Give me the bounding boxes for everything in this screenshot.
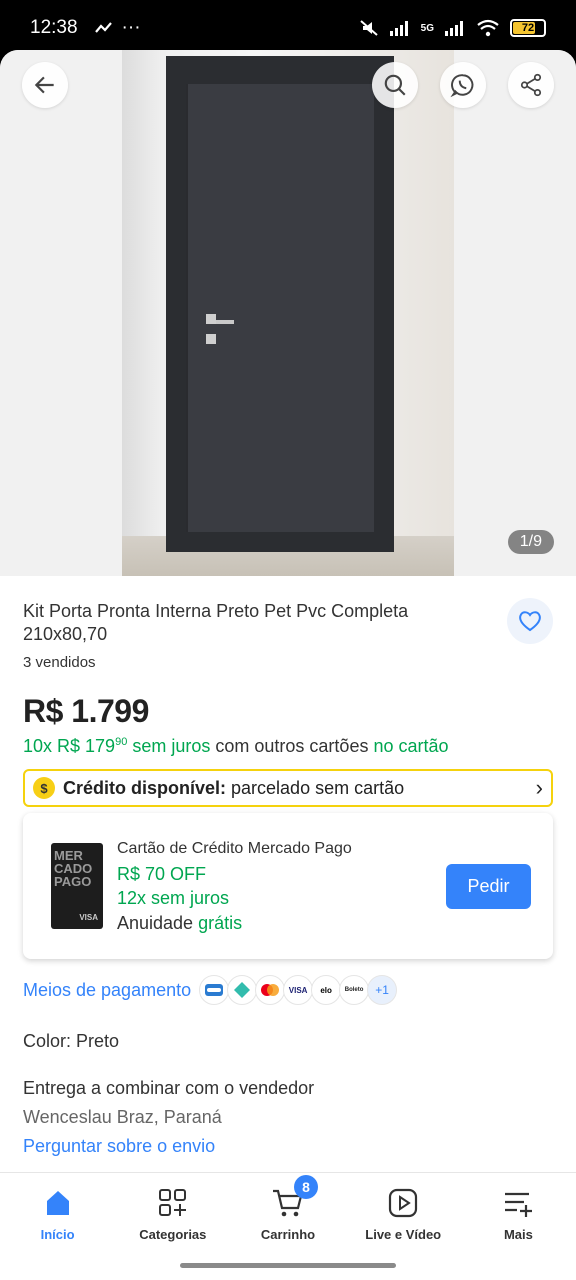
mute-icon	[359, 20, 378, 36]
signal-icon	[389, 21, 408, 36]
more-notifications-icon: ···	[121, 17, 141, 38]
battery-icon: 72	[510, 19, 546, 37]
payment-methods-link[interactable]: Meios de pagamento	[23, 980, 191, 1001]
credit-available-banner[interactable]: $ Crédito disponível: parcelado sem cart…	[23, 769, 553, 807]
bottom-navigation: Início Categorias 8 Carrinho Live e Víde…	[0, 1172, 576, 1280]
image-gallery[interactable]: 1/9	[0, 50, 576, 576]
ask-shipping-link[interactable]: Perguntar sobre o envio	[23, 1136, 553, 1157]
elo-icon: elo	[311, 975, 342, 1005]
whatsapp-share-button[interactable]	[440, 62, 486, 108]
favorite-button[interactable]	[507, 598, 553, 644]
annuity-label: Anuidade	[117, 912, 194, 933]
image-counter: 1/9	[507, 530, 554, 554]
nav-home-label: Início	[40, 1227, 75, 1242]
delivery-text: Entrega a combinar com o vendedor	[23, 1078, 315, 1098]
amex-icon	[199, 975, 230, 1005]
product-info: Kit Porta Pronta Interna Preto Pet Pvc C…	[0, 598, 576, 1157]
share-icon	[520, 73, 542, 97]
nav-home[interactable]: Início	[0, 1183, 115, 1280]
credit-card-image: MER CADO PAGO VISA	[51, 843, 103, 929]
mastercard-icon	[255, 975, 286, 1005]
card-installments: 12x sem juros	[117, 888, 230, 908]
card-discount: R$ 70 OFF	[117, 863, 207, 884]
more-payment-methods[interactable]: +1	[367, 975, 398, 1005]
other-cards-text: com outros cartões	[215, 736, 369, 756]
missed-call-icon	[94, 22, 112, 33]
nav-categories-label: Categorias	[139, 1227, 207, 1242]
more-icon	[505, 1192, 533, 1217]
share-button[interactable]	[508, 62, 554, 108]
sold-count: 3 vendidos	[23, 654, 96, 671]
play-icon	[389, 1188, 418, 1218]
credit-text: parcelado sem cartão	[231, 777, 405, 798]
search-button[interactable]	[372, 62, 418, 108]
coin-icon: $	[33, 777, 55, 799]
categories-icon	[158, 1189, 186, 1216]
card-offer-title: Cartão de Crédito Mercado Pago	[117, 840, 352, 857]
chevron-right-icon: ›	[535, 775, 543, 800]
home-indicator[interactable]	[180, 1263, 396, 1268]
status-time: 12:38	[30, 17, 78, 38]
nav-more[interactable]: Mais	[461, 1183, 576, 1280]
nav-cart-label: Carrinho	[260, 1227, 316, 1242]
signal-icon-2	[445, 21, 463, 36]
card-image-text: MER CADO PAGO	[54, 848, 93, 889]
mercado-pago-card-offer: MER CADO PAGO VISA Cartão de Crédito Mer…	[23, 813, 553, 959]
product-price: R$ 1.799	[23, 693, 149, 729]
visa-icon: VISA	[283, 975, 314, 1005]
wifi-icon	[477, 19, 499, 37]
search-icon	[384, 74, 406, 96]
product-title: Kit Porta Pronta Interna Preto Pet Pvc C…	[23, 601, 409, 644]
payment-methods-row[interactable]: Meios de pagamento VISA elo Boleto +1	[23, 975, 553, 1005]
cart-badge: 8	[294, 1175, 318, 1199]
request-card-button[interactable]: Pedir	[446, 863, 531, 909]
back-button[interactable]	[22, 62, 68, 108]
card-annuity: Anuidade grátis	[117, 911, 446, 936]
installments-text: 10x R$ 17990 sem juros com outros cartõe…	[23, 736, 553, 757]
heart-icon	[519, 611, 541, 632]
color-value: Preto	[76, 1031, 120, 1051]
no-interest-text: sem juros	[132, 736, 211, 756]
nav-more-label: Mais	[503, 1227, 533, 1242]
nav-live-video-label: Live e Vídeo	[365, 1227, 442, 1242]
whatsapp-icon	[450, 74, 474, 98]
pix-icon	[227, 975, 258, 1005]
network-type: 5G	[420, 22, 434, 34]
home-icon	[46, 1191, 69, 1215]
battery-level: 72	[521, 22, 535, 34]
installments-cents: 90	[115, 736, 128, 748]
annuity-free: grátis	[198, 912, 243, 933]
installments-count: 10x R$ 179	[23, 736, 116, 756]
seller-location: Wenceslau Braz, Paraná	[23, 1107, 222, 1127]
credit-label: Crédito disponível:	[63, 777, 227, 798]
status-bar: 12:38 ··· 5G 72	[0, 0, 576, 56]
color-variant[interactable]: Color: Preto	[23, 1031, 553, 1052]
card-brand: VISA	[79, 913, 98, 922]
on-card-text: no cartão	[373, 736, 449, 756]
product-photo[interactable]	[122, 50, 454, 576]
product-page: 1/9 Kit Porta Pronta Interna Preto Pet P…	[0, 50, 576, 1280]
color-label: Color:	[23, 1031, 72, 1051]
arrow-left-icon	[34, 76, 54, 94]
boleto-icon: Boleto	[339, 975, 370, 1005]
